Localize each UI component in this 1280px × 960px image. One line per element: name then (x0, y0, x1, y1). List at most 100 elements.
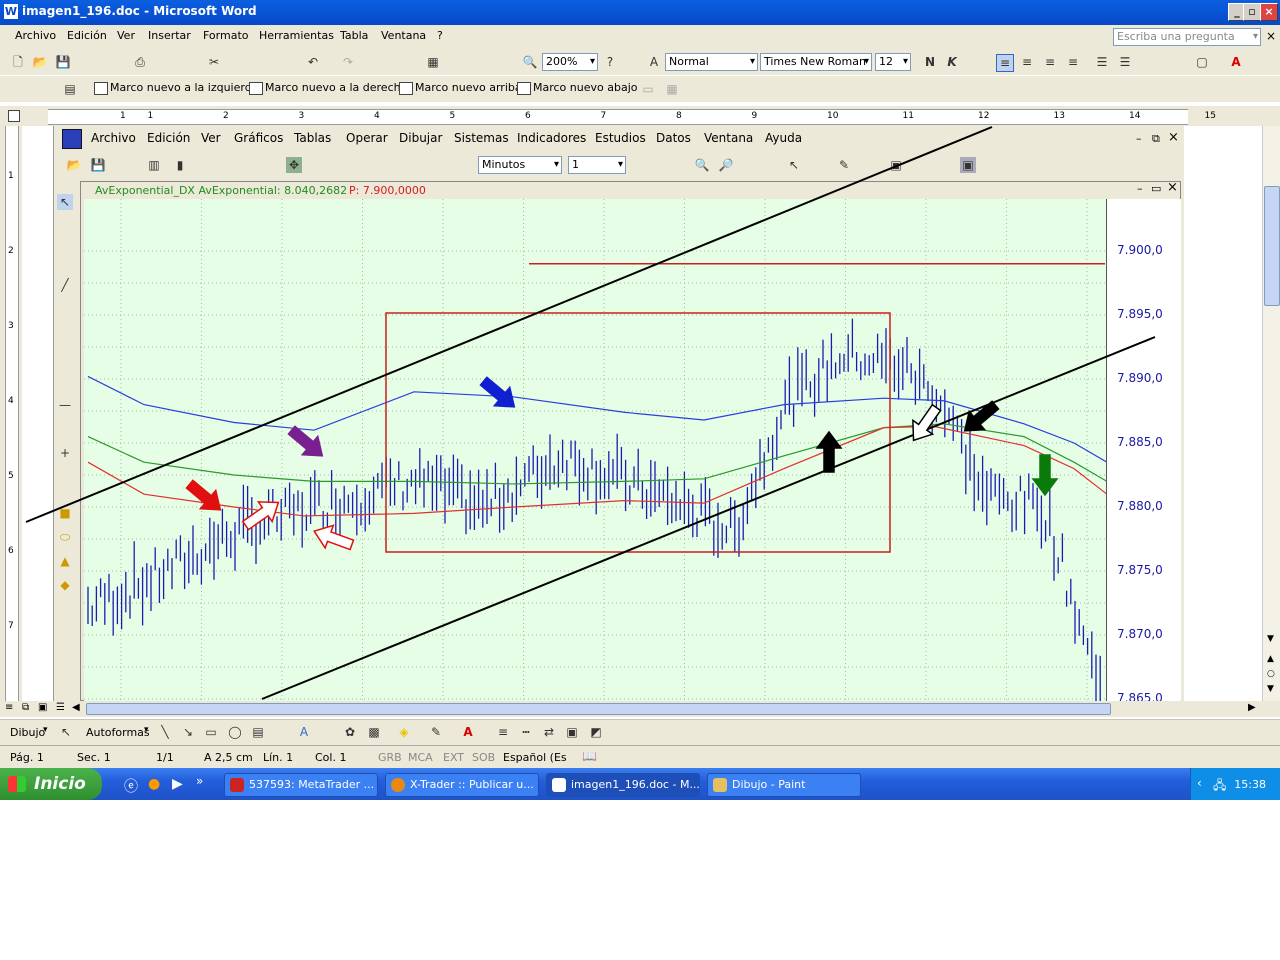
restore-button[interactable]: ▫ (1243, 3, 1261, 21)
arrow-style-icon[interactable]: ⇄ (541, 724, 557, 740)
new-frame-below-button[interactable]: Marco nuevo abajo (515, 79, 637, 97)
hollow-red-arrow-2-shape (313, 524, 355, 551)
network-icon[interactable]: 🖧 (1213, 776, 1226, 797)
h-scroll-thumb[interactable] (86, 703, 1111, 715)
quicklaunch-media-icon[interactable]: ▶ (172, 776, 183, 792)
line-color-icon[interactable]: ✎ (428, 724, 444, 740)
vertical-scrollbar[interactable]: ▼ ▲ ○ ▼ (1262, 126, 1280, 701)
print-icon[interactable]: ⎙ (132, 54, 148, 70)
quicklaunch-firefox-icon[interactable]: ● (148, 776, 160, 792)
bold-button[interactable]: N (922, 54, 938, 70)
draw-font-color-icon[interactable]: A (460, 724, 476, 740)
menu-herramientas[interactable]: Herramientas (259, 29, 334, 42)
task-paint[interactable]: Dibujo - Paint (707, 773, 861, 797)
scroll-thumb[interactable] (1264, 186, 1280, 306)
menu-tabla[interactable]: Tabla (340, 29, 368, 42)
border-icon[interactable]: ▢ (1194, 54, 1210, 70)
close-doc-icon[interactable]: × (1266, 29, 1276, 43)
view-outline-icon[interactable]: ☰ (56, 702, 65, 713)
shadow-icon[interactable]: ▣ (564, 724, 580, 740)
zoom-icon[interactable]: 🔍 (522, 54, 538, 70)
scroll-down-icon[interactable]: ▼ (1267, 634, 1274, 644)
spelling-status-icon[interactable]: 📖 (582, 749, 597, 763)
scroll-left-icon[interactable]: ◀ (72, 702, 80, 713)
red-arrow (185, 479, 222, 511)
new-frame-left-button[interactable]: Marco nuevo a la izquierda (92, 79, 258, 97)
task-label: Dibujo - Paint (732, 778, 806, 791)
bullet-list-icon[interactable]: ☰ (1117, 54, 1133, 70)
style-select[interactable]: Normal (665, 53, 758, 71)
menu-formato[interactable]: Formato (203, 29, 249, 42)
browse-object-icon[interactable]: ○ (1267, 669, 1275, 679)
toc-frame-icon[interactable]: ▤ (62, 81, 78, 97)
oval-icon[interactable]: ◯ (227, 724, 243, 740)
fill-color-icon[interactable]: ◈ (396, 724, 412, 740)
image-icon[interactable]: ▩ (366, 724, 382, 740)
menu-help[interactable]: ? (437, 29, 443, 42)
3d-icon[interactable]: ◩ (588, 724, 604, 740)
open-folder-icon[interactable]: 📂 (32, 54, 48, 70)
start-button[interactable]: Inicio (0, 768, 102, 800)
word-standard-toolbar: 🗋 📂 💾 ⎙ ✂ ↶ ↷ ▦ 🔍 200% ? A Normal Times … (0, 49, 1280, 75)
dash-style-icon[interactable]: ┅ (518, 724, 534, 740)
insert-table-icon[interactable]: ▦ (425, 54, 441, 70)
help-icon[interactable]: ? (602, 54, 618, 70)
italic-button[interactable]: K (944, 54, 960, 70)
frame-properties-icon[interactable]: ▭ (640, 81, 656, 97)
prev-page-icon[interactable]: ▲ (1267, 654, 1274, 664)
line-icon[interactable]: ╲ (157, 724, 173, 740)
menu-insertar[interactable]: Insertar (148, 29, 191, 42)
undo-icon[interactable]: ↶ (305, 54, 321, 70)
status-position: A 2,5 cm (204, 751, 253, 764)
zoom-select[interactable]: 200% (542, 53, 598, 71)
menu-ventana[interactable]: Ventana (381, 29, 426, 42)
scroll-right-icon[interactable]: ▶ (1248, 702, 1256, 713)
select-objects-icon[interactable]: ↖ (58, 724, 74, 740)
font-select[interactable]: Times New Roman (760, 53, 872, 71)
textbox-icon[interactable]: ▤ (250, 724, 266, 740)
autoformas-menu[interactable]: Autoformas (86, 726, 150, 739)
close-button[interactable]: × (1260, 3, 1278, 21)
status-ext: EXT (443, 751, 465, 764)
clipart-icon[interactable]: ✿ (342, 724, 358, 740)
task-word-document[interactable]: imagen1_196.doc - M... (546, 773, 700, 797)
cut-icon[interactable]: ✂ (206, 54, 222, 70)
font-size-select[interactable]: 12 (875, 53, 911, 71)
save-icon[interactable]: 💾 (55, 54, 71, 70)
dibujo-menu[interactable]: Dibujo (10, 726, 45, 739)
delete-frame-icon[interactable]: ▦ (664, 81, 680, 97)
line-style-icon[interactable]: ≡ (495, 724, 511, 740)
view-normal-icon[interactable]: ≡ (5, 702, 13, 713)
new-frame-right-button[interactable]: Marco nuevo a la derecha (247, 79, 407, 97)
view-web-icon[interactable]: ⧉ (22, 702, 29, 713)
quicklaunch-more-icon[interactable]: » (196, 774, 203, 788)
window-title: imagen1_196.doc - Microsoft Word (22, 4, 257, 18)
justify-icon[interactable]: ≡ (1065, 54, 1081, 70)
align-left-icon[interactable]: ≡ (996, 54, 1014, 72)
new-frame-above-button[interactable]: Marco nuevo arriba (397, 79, 522, 97)
task-xtrader[interactable]: X-Trader :: Publicar u... (385, 773, 539, 797)
align-right-icon[interactable]: ≡ (1042, 54, 1058, 70)
rectangle-icon[interactable]: ▭ (203, 724, 219, 740)
word-menu-bar: Archivo Edición Ver Insertar Formato Her… (0, 25, 1280, 49)
numbered-list-icon[interactable]: ☰ (1094, 54, 1110, 70)
new-document-icon[interactable]: 🗋 (10, 54, 26, 70)
align-center-icon[interactable]: ≡ (1019, 54, 1035, 70)
menu-edicion[interactable]: Edición (67, 29, 107, 42)
menu-archivo[interactable]: Archivo (15, 29, 56, 42)
task-metatrader[interactable]: 537593: MetaTrader ... (224, 773, 378, 797)
next-page-icon[interactable]: ▼ (1267, 684, 1274, 694)
font-color-icon[interactable]: A (1228, 54, 1244, 70)
wordart-icon[interactable]: A (296, 724, 312, 740)
quicklaunch-ie-icon[interactable]: ⓔ (124, 776, 138, 796)
menu-ver[interactable]: Ver (117, 29, 135, 42)
horizontal-scrollbar[interactable]: ≡ ⧉ ▣ ☰ ◀ ▶ (0, 701, 1280, 717)
status-mca: MCA (408, 751, 433, 764)
arrow-icon[interactable]: ↘ (180, 724, 196, 740)
tray-expand-icon[interactable]: ‹ (1197, 776, 1202, 790)
styles-icon[interactable]: A (646, 54, 662, 70)
ask-question-input[interactable]: Escriba una pregunta (1113, 28, 1261, 46)
status-grb: GRB (378, 751, 402, 764)
view-print-icon[interactable]: ▣ (38, 702, 47, 713)
redo-icon[interactable]: ↷ (340, 54, 356, 70)
